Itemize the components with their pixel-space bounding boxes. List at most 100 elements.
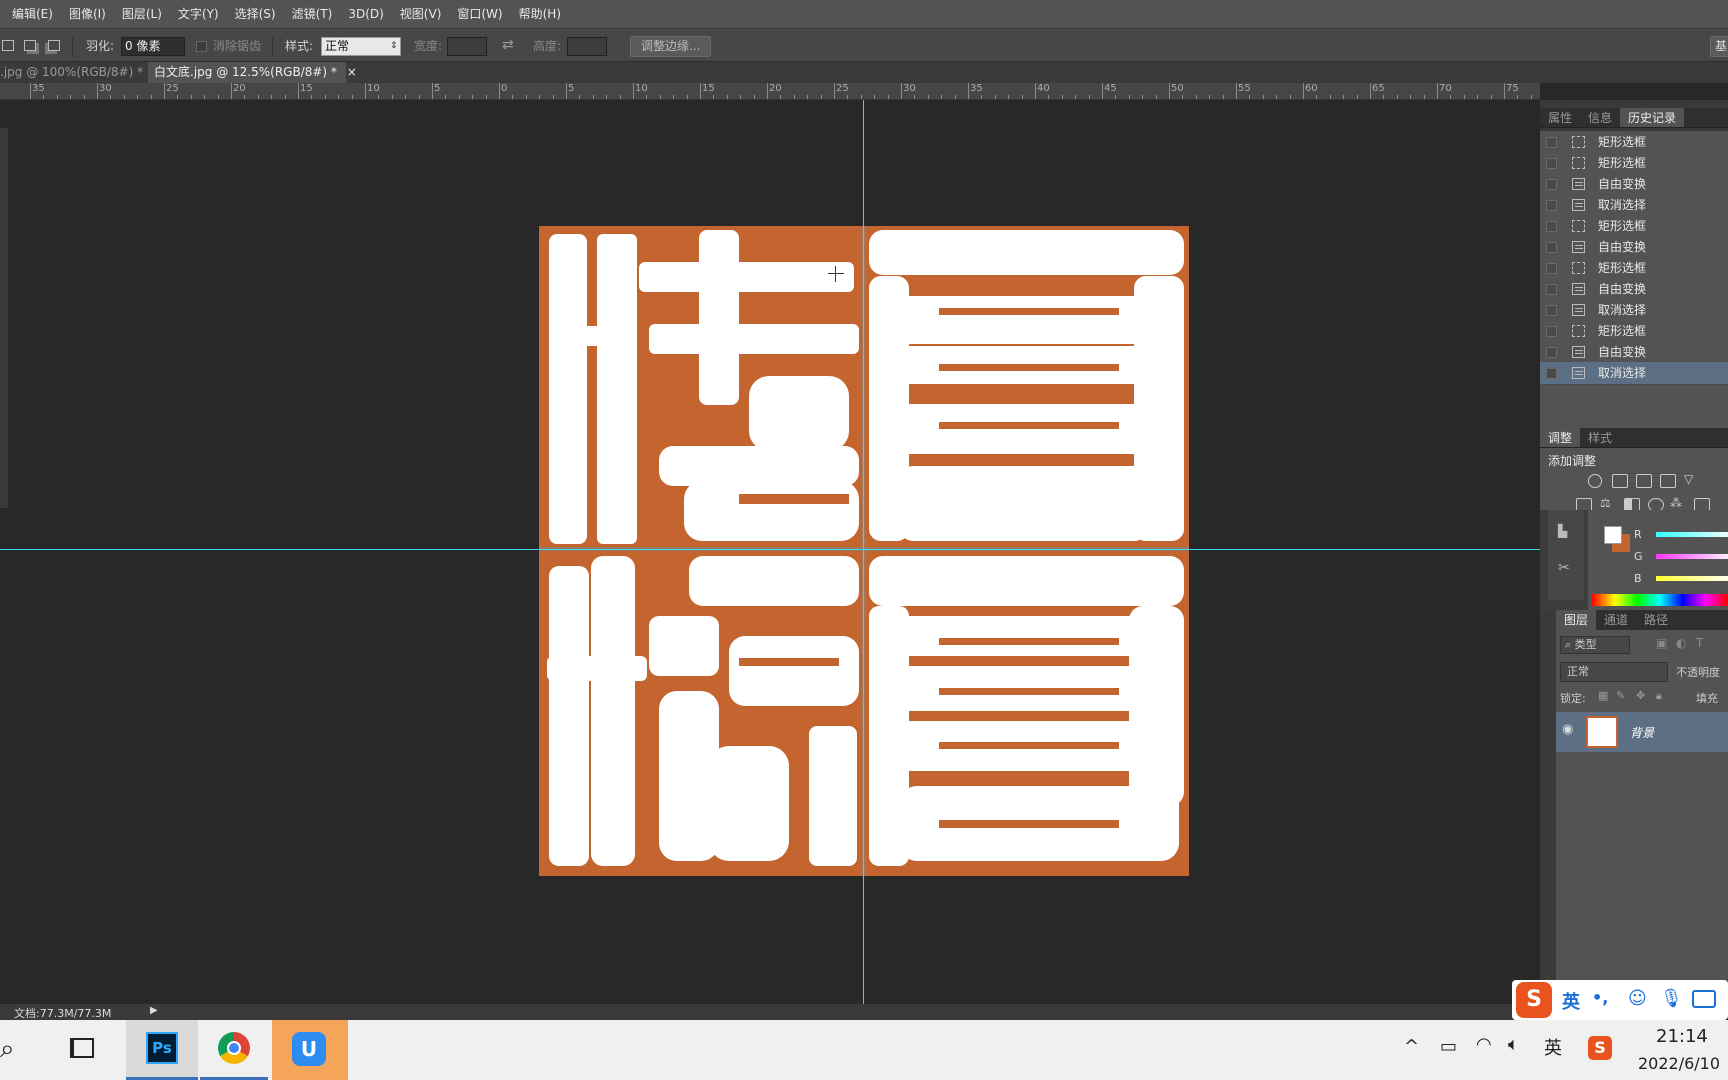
menu-window[interactable]: 窗口(W) xyxy=(449,0,510,28)
search-icon[interactable]: ⌕ xyxy=(0,1034,15,1065)
taskbar-lang[interactable]: 英 xyxy=(1544,1034,1562,1060)
blend-mode-select[interactable]: 正常 xyxy=(1560,662,1668,682)
workspace-button[interactable]: 基 xyxy=(1710,36,1728,57)
guide-horizontal[interactable] xyxy=(0,549,1540,550)
tab-document-2[interactable]: 白文底.jpg @ 12.5%(RGB/8#) * × xyxy=(148,62,357,83)
history-item[interactable]: 矩形选框 xyxy=(1540,215,1728,238)
tab-document-1[interactable]: .jpg @ 100%(RGB/8#) * × xyxy=(0,62,163,83)
history-item[interactable]: 矩形选框 xyxy=(1540,257,1728,280)
tab-close-icon[interactable]: × xyxy=(347,65,357,79)
tab-styles[interactable]: 样式 xyxy=(1580,428,1620,447)
lock-pixels-icon[interactable]: ▦ xyxy=(1598,689,1608,702)
tab-paths[interactable]: 路径 xyxy=(1636,610,1676,630)
menu-help[interactable]: 帮助(H) xyxy=(511,0,569,28)
menu-type[interactable]: 文字(Y) xyxy=(170,0,227,28)
histogram-icon[interactable]: ▙ xyxy=(1558,524,1567,538)
history-item[interactable]: 矩形选框 xyxy=(1540,131,1728,154)
foreground-swatch[interactable] xyxy=(1604,526,1622,544)
history-item[interactable]: 取消选择 xyxy=(1540,194,1728,217)
keyboard-icon[interactable] xyxy=(1692,990,1716,1008)
tab-layers[interactable]: 图层 xyxy=(1556,610,1597,630)
ime-lang[interactable]: 英 xyxy=(1562,988,1580,1014)
taskbar-photoshop[interactable]: Ps xyxy=(126,1020,198,1080)
status-menu-icon[interactable]: ▶ xyxy=(150,1005,158,1016)
chevron-up-icon[interactable]: ^ xyxy=(1404,1036,1419,1057)
history-snapshot-checkbox[interactable] xyxy=(1546,221,1557,232)
filter-image-icon[interactable]: ▣ xyxy=(1656,636,1667,650)
history-snapshot-checkbox[interactable] xyxy=(1546,242,1557,253)
history-snapshot-checkbox[interactable] xyxy=(1546,158,1557,169)
style-select[interactable]: 正常 xyxy=(321,37,401,56)
history-item[interactable]: 取消选择 xyxy=(1540,299,1728,322)
history-snapshot-checkbox[interactable] xyxy=(1546,200,1557,211)
history-snapshot-checkbox[interactable] xyxy=(1546,347,1557,358)
tab-info[interactable]: 信息 xyxy=(1580,108,1620,127)
clock-date[interactable]: 2022/6/10 xyxy=(1638,1054,1720,1073)
menu-image[interactable]: 图像(I) xyxy=(61,0,114,28)
task-view-icon[interactable] xyxy=(70,1038,94,1058)
sogou-tray-icon[interactable]: S xyxy=(1588,1036,1612,1060)
history-snapshot-checkbox[interactable] xyxy=(1546,179,1557,190)
menu-filter[interactable]: 滤镜(T) xyxy=(284,0,341,28)
feather-input[interactable]: 0 像素 xyxy=(121,37,185,56)
filter-adjust-icon[interactable]: ◐ xyxy=(1676,636,1686,650)
history-item[interactable]: 矩形选框 xyxy=(1540,152,1728,175)
tab-properties[interactable]: 属性 xyxy=(1540,108,1580,127)
color-balance-icon[interactable]: ⚖ xyxy=(1600,496,1611,510)
menu-3d[interactable]: 3D(D) xyxy=(340,0,391,28)
volume-icon[interactable]: 🔈︎ xyxy=(1508,1034,1519,1055)
height-input[interactable] xyxy=(567,37,607,56)
history-snapshot-checkbox[interactable] xyxy=(1546,137,1557,148)
horizontal-ruler[interactable]: 35 30 25 20 15 10 5 0 5 10 15 20 25 30 35 40 45 50 55 60 65 7… xyxy=(0,83,1540,100)
lock-move-icon[interactable]: ✥ xyxy=(1636,689,1645,702)
history-item[interactable]: 自由变换 xyxy=(1540,278,1728,301)
curves-icon[interactable] xyxy=(1636,474,1652,488)
emoji-icon[interactable]: ☺ xyxy=(1628,988,1647,1009)
history-snapshot-checkbox[interactable] xyxy=(1546,326,1557,337)
tab-history[interactable]: 历史记录 xyxy=(1620,108,1685,127)
history-snapshot-checkbox[interactable] xyxy=(1546,263,1557,274)
filter-type-icon[interactable]: T xyxy=(1696,636,1703,650)
antialias-checkbox[interactable] xyxy=(196,41,207,52)
tab-adjustments[interactable]: 调整 xyxy=(1540,428,1581,447)
history-snapshot-checkbox[interactable] xyxy=(1546,305,1557,316)
microphone-icon[interactable]: 🎙︎ xyxy=(1660,988,1683,1009)
battery-icon[interactable]: ▭ xyxy=(1440,1036,1457,1057)
brightness-icon[interactable] xyxy=(1588,474,1602,488)
levels-icon[interactable] xyxy=(1612,474,1628,488)
taskbar-chrome[interactable] xyxy=(200,1020,268,1080)
vibrance-icon[interactable]: ▽ xyxy=(1684,472,1693,486)
lock-all-icon[interactable]: 🔒︎ xyxy=(1656,689,1662,703)
refine-edge-button[interactable]: 调整边缘... xyxy=(630,36,712,57)
history-item[interactable]: 自由变换 xyxy=(1540,341,1728,364)
width-input[interactable] xyxy=(447,37,487,56)
swap-icon[interactable]: ⇄ xyxy=(502,37,514,53)
layer-name[interactable]: 背景 xyxy=(1630,724,1654,741)
guide-vertical[interactable] xyxy=(863,100,864,1004)
menu-view[interactable]: 视图(V) xyxy=(392,0,450,28)
tools-panel-edge[interactable] xyxy=(0,128,8,508)
menu-layer[interactable]: 图层(L) xyxy=(114,0,170,28)
document-canvas[interactable] xyxy=(539,226,1189,876)
channel-b-slider[interactable] xyxy=(1656,576,1728,581)
channel-r-slider[interactable] xyxy=(1656,532,1728,537)
history-item[interactable]: 自由变换 xyxy=(1540,236,1728,259)
lock-brush-icon[interactable]: ✎ xyxy=(1616,689,1625,702)
menu-edit[interactable]: 编辑(E) xyxy=(4,0,61,28)
eye-visibility-icon[interactable]: ◉ xyxy=(1562,722,1573,737)
history-snapshot-checkbox[interactable] xyxy=(1546,368,1557,379)
selection-mode-subtract-icon[interactable] xyxy=(24,40,36,51)
history-snapshot-checkbox[interactable] xyxy=(1546,284,1557,295)
clock-time[interactable]: 21:14 xyxy=(1656,1026,1708,1047)
selection-mode-add-icon[interactable] xyxy=(2,40,14,51)
tab-channels[interactable]: 通道 xyxy=(1596,610,1636,630)
color-spectrum[interactable] xyxy=(1592,594,1728,606)
history-item[interactable]: 取消选择 xyxy=(1540,362,1728,385)
tools-icon[interactable]: ✂ xyxy=(1558,560,1570,576)
layer-filter-select[interactable]: ⌕ 类型 xyxy=(1560,636,1630,654)
sogou-logo-icon[interactable]: S xyxy=(1516,982,1552,1018)
menu-select[interactable]: 选择(S) xyxy=(227,0,284,28)
exposure-icon[interactable] xyxy=(1660,474,1676,488)
ime-punct[interactable]: •, xyxy=(1592,988,1608,1007)
layer-row-background[interactable]: ◉ 背景 xyxy=(1556,712,1728,752)
